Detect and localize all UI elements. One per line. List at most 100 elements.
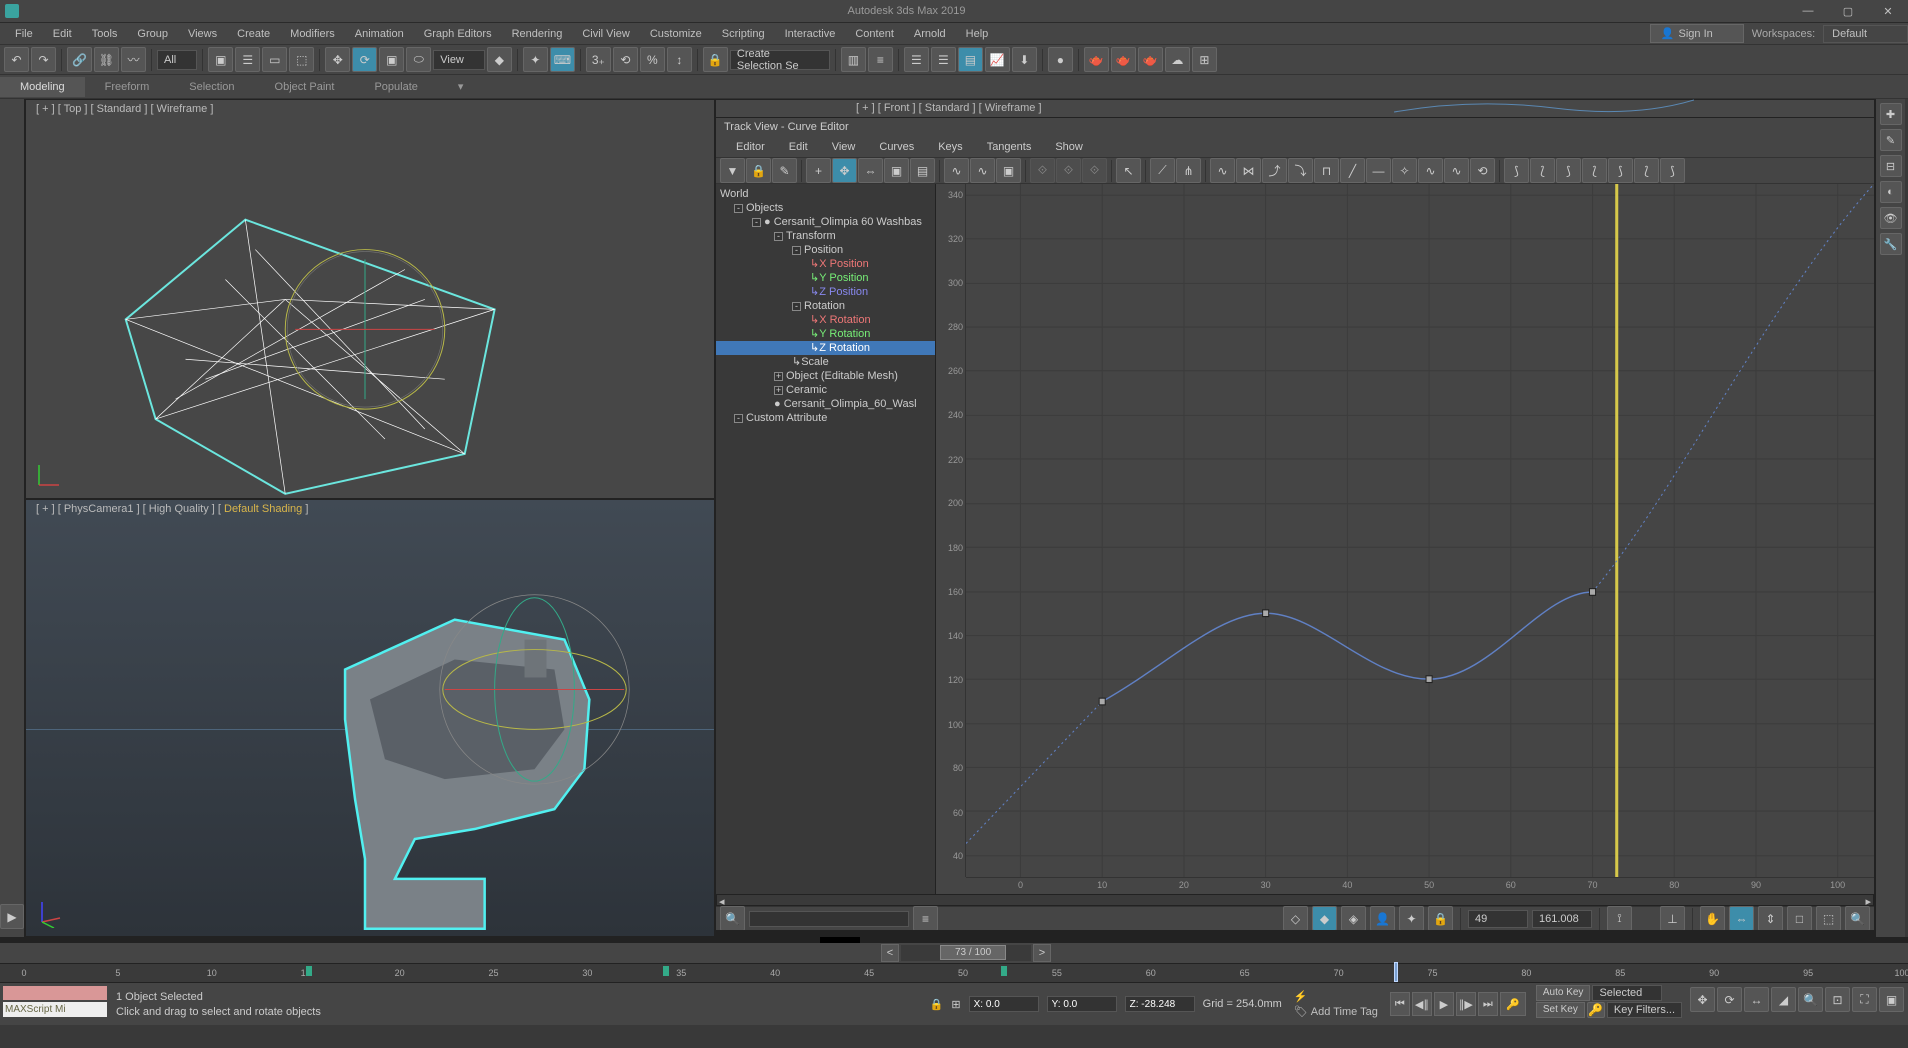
slider-next-button[interactable]: >	[1033, 944, 1051, 962]
keyfilter-selected[interactable]: Selected	[1592, 985, 1662, 1001]
tv-nav-track[interactable]	[749, 911, 909, 927]
tv-filter-button[interactable]: ▼	[720, 158, 745, 183]
display-panel-button[interactable]: 👁	[1880, 207, 1902, 229]
mirror-button[interactable]: ▥	[841, 47, 866, 72]
tv-tan-flat-button[interactable]: —	[1366, 158, 1391, 183]
menu-customize[interactable]: Customize	[640, 25, 712, 43]
vp-nav-arc[interactable]: ⟳	[1717, 987, 1742, 1012]
named-selection-dropdown[interactable]: Create Selection Se	[730, 50, 830, 70]
tv-slidekey-button[interactable]: ⇔	[858, 158, 883, 183]
tree-obj1[interactable]: -● Cersanit_Olimpia 60 Washbas	[716, 215, 935, 229]
spinner-snap-button[interactable]: ↕	[667, 47, 692, 72]
tv-showcurves-button[interactable]: ◆	[1312, 906, 1337, 931]
expand-icon[interactable]: -	[774, 232, 783, 241]
vp-nav-fov[interactable]: ◢	[1771, 987, 1796, 1012]
tv-tan-step-button[interactable]: ⊓	[1314, 158, 1339, 183]
coord-x-input[interactable]	[969, 996, 1039, 1012]
tv-tan-bezier-button[interactable]: ∿	[1444, 158, 1469, 183]
tree-scale[interactable]: ↳Scale	[716, 355, 935, 369]
key-point[interactable]	[1263, 610, 1269, 617]
expand-icon[interactable]: -	[792, 302, 801, 311]
tree-rotation[interactable]: -Rotation	[716, 299, 935, 313]
key-point[interactable]	[1099, 698, 1105, 705]
tv-frameall-button[interactable]: □	[1787, 906, 1812, 931]
vp-nav-zoomext[interactable]: ⛶	[1852, 987, 1877, 1012]
material-editor-button[interactable]: ●	[1048, 47, 1073, 72]
tv-reducer-button[interactable]: ⟐	[1056, 158, 1081, 183]
bind-button[interactable]: 〰	[121, 47, 146, 72]
maximize-button[interactable]: ▢	[1828, 1, 1868, 21]
modify-panel-button[interactable]: ✎	[1880, 129, 1902, 151]
ribbon-tab-objectpaint[interactable]: Object Paint	[255, 77, 355, 97]
goto-end-button[interactable]: ⏭	[1478, 992, 1498, 1016]
menu-create[interactable]: Create	[227, 25, 280, 43]
viewport-front-label[interactable]: [ + ] [ Front ] [ Standard ] [ Wireframe…	[856, 102, 1042, 114]
prev-frame-button[interactable]: ◀∥	[1412, 992, 1432, 1016]
viewport-persp-label[interactable]: [ + ] [ PhysCamera1 ] [ High Quality ] […	[36, 503, 308, 515]
expand-icon[interactable]: -	[792, 246, 801, 255]
tv-tangent-auto-button[interactable]: ⟋	[1150, 158, 1175, 183]
tv-zoomregion-button[interactable]: ⬚	[1816, 906, 1841, 931]
keyboard-shortcut-override[interactable]: ⌨	[550, 47, 575, 72]
undo-button[interactable]: ↶	[4, 47, 29, 72]
vp-nav-zoomall[interactable]: ⊡	[1825, 987, 1850, 1012]
ribbon-tab-populate[interactable]: Populate	[354, 77, 437, 97]
link-button[interactable]: 🔗	[67, 47, 92, 72]
motion-panel-button[interactable]: ◐	[1880, 181, 1902, 203]
menu-group[interactable]: Group	[127, 25, 178, 43]
ribbon-tab-freeform[interactable]: Freeform	[85, 77, 170, 97]
tree-objectmesh[interactable]: +Object (Editable Mesh)	[716, 369, 935, 383]
tv-showkeys-button[interactable]: ◇	[1283, 906, 1308, 931]
menu-help[interactable]: Help	[956, 25, 999, 43]
tv-draw-button[interactable]: ✎	[772, 158, 797, 183]
tv-movekey-button[interactable]: ✥	[832, 158, 857, 183]
timeline-key[interactable]	[1001, 966, 1007, 976]
hierarchy-panel-button[interactable]: ⊟	[1880, 155, 1902, 177]
tv-param-out5[interactable]: ⟆	[1608, 158, 1633, 183]
tv-pan-button[interactable]: ✋	[1700, 906, 1725, 931]
menu-interactive[interactable]: Interactive	[775, 25, 846, 43]
tree-transform[interactable]: -Transform	[716, 229, 935, 243]
create-panel-button[interactable]: ✚	[1880, 103, 1902, 125]
tree-position[interactable]: -Position	[716, 243, 935, 257]
tv-retimer-button[interactable]: ⟐	[1030, 158, 1055, 183]
setkey-key-icon[interactable]: 🔑	[1587, 1002, 1605, 1018]
window-crossing-button[interactable]: ⬚	[289, 47, 314, 72]
tv-zoom-selected-button[interactable]: 🔍	[720, 906, 745, 931]
tv-tan-spline-button[interactable]: ∿	[1418, 158, 1443, 183]
expand-icon[interactable]: +	[774, 386, 783, 395]
tree-ceramic[interactable]: +Ceramic	[716, 383, 935, 397]
use-pivot-button[interactable]: ◆	[487, 47, 512, 72]
tv-lockkey-button[interactable]: 🔒	[1428, 906, 1453, 931]
tv-scalekey-button[interactable]: ▣	[884, 158, 909, 183]
render-button[interactable]: 🫖	[1138, 47, 1163, 72]
time-tag-icon[interactable]: 🏷	[1294, 1005, 1308, 1018]
tv-lock-button[interactable]: 🔒	[746, 158, 771, 183]
tree-objects[interactable]: -Objects	[716, 201, 935, 215]
next-frame-button[interactable]: ∥▶	[1456, 992, 1476, 1016]
percent-snap-button[interactable]: %	[640, 47, 665, 72]
tv-menu-curves[interactable]: Curves	[867, 138, 926, 157]
tree-custom[interactable]: -Custom Attribute	[716, 411, 935, 425]
expand-icon[interactable]: -	[734, 414, 743, 423]
curve-editor-button[interactable]: 📈	[985, 47, 1010, 72]
menu-arnold[interactable]: Arnold	[904, 25, 956, 43]
tv-param-out6[interactable]: ⟅	[1634, 158, 1659, 183]
tv-showall-button[interactable]: ✦	[1399, 906, 1424, 931]
viewport-top[interactable]: [ + ] [ Top ] [ Standard ] [ Wireframe ]	[25, 99, 715, 499]
tv-menu-view[interactable]: View	[820, 138, 868, 157]
tv-snap-button[interactable]: ⟟	[1607, 906, 1632, 931]
tv-isolate-button[interactable]: ⊥	[1660, 906, 1685, 931]
tv-menu-tangents[interactable]: Tangents	[975, 138, 1044, 157]
tree-obj2[interactable]: ● Cersanit_Olimpia_60_Wasl	[716, 397, 935, 411]
menu-civil[interactable]: Civil View	[572, 25, 639, 43]
select-object-button[interactable]: ▣	[208, 47, 233, 72]
ribbon-tab-selection[interactable]: Selection	[169, 77, 254, 97]
timeline-cursor[interactable]	[1395, 963, 1397, 981]
align-button[interactable]: ≡	[868, 47, 893, 72]
tv-param-out2[interactable]: ⟅	[1530, 158, 1555, 183]
select-name-button[interactable]: ☰	[235, 47, 260, 72]
vp-nav-max[interactable]: ▣	[1879, 987, 1904, 1012]
tv-list-button[interactable]: ≡	[913, 906, 938, 931]
render-gallery-button[interactable]: ⊞	[1192, 47, 1217, 72]
